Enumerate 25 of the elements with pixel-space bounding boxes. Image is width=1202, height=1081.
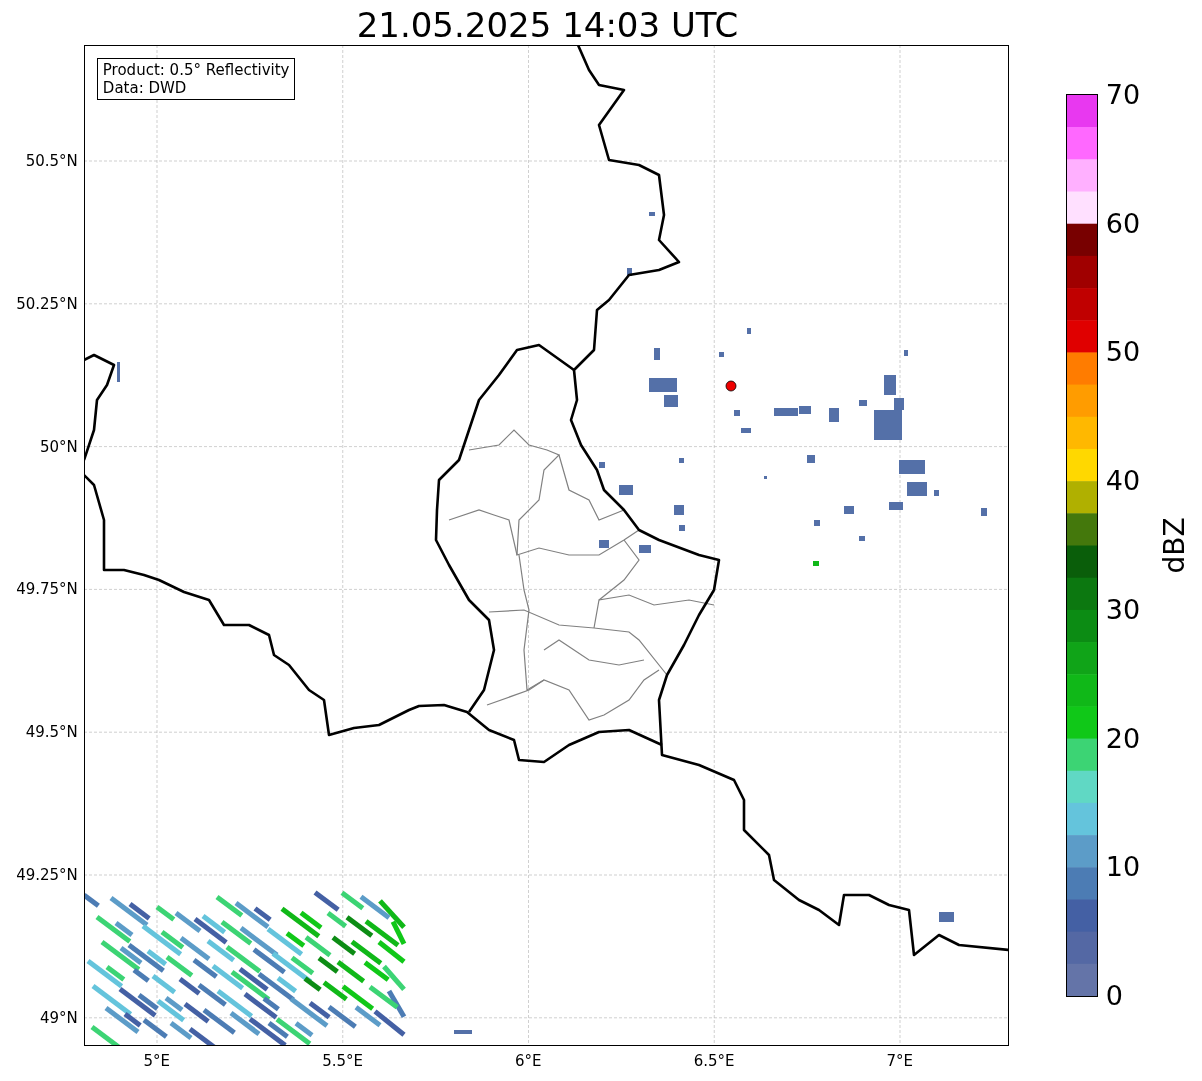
colorbar-tick-label: 70 <box>1105 78 1141 110</box>
axis-tick-label: 50.5°N <box>25 152 78 170</box>
colorbar-tick-label: 60 <box>1105 207 1141 239</box>
info-text: Data: DWD <box>102 79 188 97</box>
colorbar-label: dBZ <box>1157 517 1191 574</box>
colorbar-tick-label: 30 <box>1105 593 1141 625</box>
axis-tick-label: 50.25°N <box>16 294 78 313</box>
colorbar-tick-label: 0 <box>1105 979 1123 1011</box>
axis-tick-label: 49.25°N <box>16 866 78 884</box>
axis-tick-label: 6°E <box>515 1052 542 1070</box>
axis-tick-label: 5.5°E <box>322 1052 363 1070</box>
axis-tick-label: 50°N <box>40 437 78 456</box>
axis-tick-label: 6.5°E <box>693 1052 735 1070</box>
colorbar-tick-label: 10 <box>1105 850 1141 882</box>
colorbar-tick-label: 20 <box>1105 722 1141 754</box>
axis-tick-label: 49°N <box>40 1008 78 1027</box>
axis-tick-label: 49.75°N <box>16 580 78 599</box>
colorbar-tick-label: 40 <box>1105 464 1141 496</box>
axis-tick-label: 5°E <box>143 1052 171 1070</box>
location-marker <box>725 380 737 392</box>
axis-tick-label: 49.5°N <box>25 723 78 742</box>
colorbar-tick-label: 50 <box>1105 335 1141 367</box>
axis-tick-label: 7°E <box>886 1052 914 1070</box>
chart-title: 21.05.2025 14:03 UTC <box>355 4 740 45</box>
info-text: Product: 0.5° Reflectivity <box>102 61 290 79</box>
